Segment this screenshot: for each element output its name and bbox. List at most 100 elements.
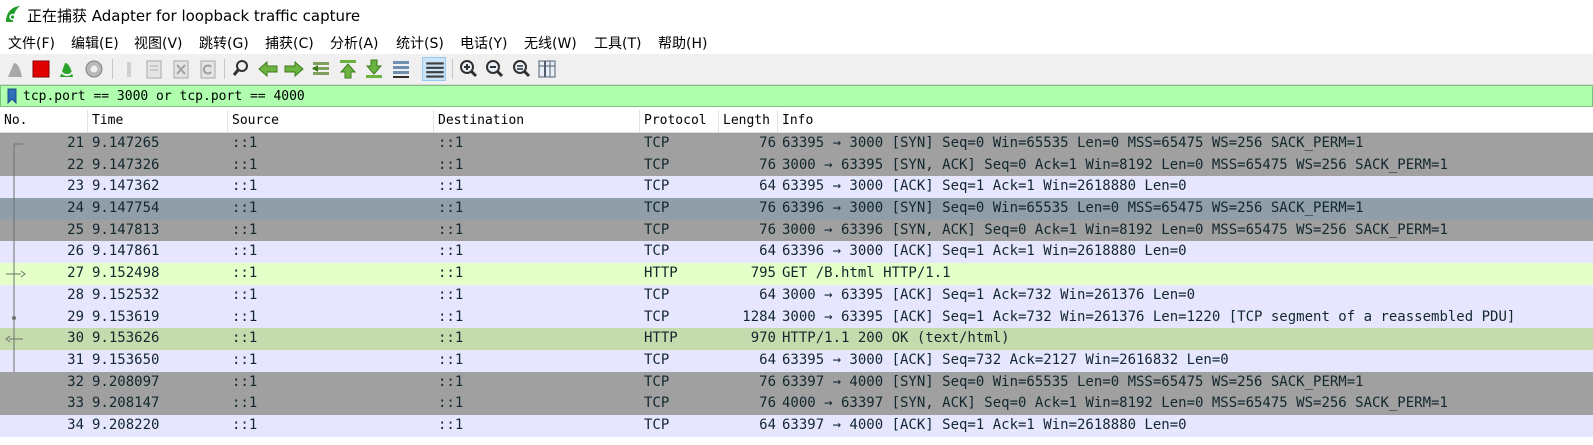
packet-row[interactable]: 28 9.152532::1::1 TCP 64 3000 → 63395 [ACK] …	[0, 284, 1593, 307]
display-filter-input[interactable]	[23, 87, 1583, 105]
capture-options-icon[interactable]	[82, 57, 106, 81]
shark-fin-start-icon[interactable]	[4, 57, 28, 81]
menu-telephony[interactable]: 电话(Y)	[460, 33, 507, 53]
first-packet-icon[interactable]	[336, 57, 360, 81]
go-back-icon[interactable]	[256, 57, 280, 81]
packet-row[interactable]: 30 9.153626::1::1 HTTP 970 HTTP/1.1 200 OK (…	[0, 328, 1593, 351]
packet-length: 64	[759, 351, 776, 368]
packet-row[interactable]: 24 9.147754::1::1 TCP 76 63396 → 3000 [SYN] …	[0, 198, 1593, 221]
packet-destination: ::1	[438, 351, 464, 368]
packet-time: 9.147754	[92, 200, 160, 217]
packet-row[interactable]: 22 9.147326::1::1 TCP 76 3000 → 63395 [SYN, …	[0, 154, 1593, 177]
packet-row[interactable]: 27 9.152498::1::1 HTTP 795 GET /B.html HTTP/…	[0, 263, 1593, 286]
packet-number: 28	[67, 286, 84, 303]
packet-time: 9.153619	[92, 308, 160, 325]
packet-row[interactable]: 23 9.147362::1::1 TCP 64 63395 → 3000 [ACK] …	[0, 176, 1593, 199]
packet-row[interactable]: 25 9.147813::1::1 TCP 76 3000 → 63396 [SYN, …	[0, 219, 1593, 242]
save-file-icon[interactable]	[142, 57, 166, 81]
packet-time: 9.147265	[92, 135, 160, 151]
packet-number: 27	[67, 265, 84, 282]
packet-source: ::1	[232, 373, 258, 390]
packet-row[interactable]: 29 9.153619::1::1 TCP 1284 3000 → 63395 [ACK…	[0, 306, 1593, 329]
menu-help[interactable]: 帮助(H)	[658, 33, 707, 53]
packet-row[interactable]: 32 9.208097::1::1 TCP 76 63397 → 4000 [SYN] …	[0, 371, 1593, 394]
find-packet-icon[interactable]	[229, 57, 253, 81]
close-file-icon[interactable]	[169, 57, 193, 81]
packet-destination: ::1	[438, 200, 464, 217]
packet-info: GET /B.html HTTP/1.1	[782, 265, 951, 282]
open-file-icon[interactable]	[118, 57, 142, 81]
packet-time: 9.152498	[92, 265, 160, 282]
toolbar-separator	[452, 59, 453, 79]
packet-destination: ::1	[438, 221, 464, 238]
normal-size-icon[interactable]	[509, 57, 533, 81]
column-header-destination[interactable]: Destination	[434, 110, 640, 132]
packet-number: 24	[67, 200, 84, 217]
zoom-in-icon[interactable]	[456, 57, 480, 81]
menu-file[interactable]: 文件(F)	[8, 33, 55, 53]
packet-list-header: No. Time Source Destination Protocol Len…	[0, 110, 1593, 133]
packet-row[interactable]: 33 9.208147::1::1 TCP 76 4000 → 63397 [SYN, …	[0, 393, 1593, 415]
colorize-icon[interactable]	[422, 57, 446, 81]
column-header-time[interactable]: Time	[88, 110, 228, 132]
packet-protocol: TCP	[644, 135, 670, 151]
title-bar: 正在捕获 Adapter for loopback traffic captur…	[0, 0, 1593, 30]
main-toolbar	[0, 54, 1593, 85]
packet-time: 9.147813	[92, 221, 160, 238]
resize-columns-icon[interactable]	[535, 57, 559, 81]
packet-info: 63397 → 4000 [SYN] Seq=0 Win=65535 Len=0…	[782, 373, 1364, 390]
autoscroll-icon[interactable]	[389, 57, 413, 81]
zoom-out-icon[interactable]	[482, 57, 506, 81]
column-header-length[interactable]: Length	[719, 110, 778, 132]
restart-capture-icon[interactable]	[55, 57, 79, 81]
packet-row[interactable]: 34 9.208220::1::1 TCP 64 63397 → 4000 [ACK] …	[0, 414, 1593, 437]
toolbar-separator	[224, 59, 225, 79]
packet-length: 76	[759, 221, 776, 238]
packet-protocol: TCP	[644, 200, 670, 217]
packet-source: ::1	[232, 243, 258, 260]
packet-source: ::1	[232, 286, 258, 303]
packet-row[interactable]: 26 9.147861::1::1 TCP 64 63396 → 3000 [ACK] …	[0, 241, 1593, 264]
go-to-packet-icon[interactable]	[309, 57, 333, 81]
packet-length: 1284	[742, 308, 776, 325]
packet-row[interactable]: 21 9.147265::1::1 TCP 76 63395 → 3000 [SYN] …	[0, 133, 1593, 155]
last-packet-icon[interactable]	[362, 57, 386, 81]
column-header-protocol[interactable]: Protocol	[640, 110, 719, 132]
column-header-info[interactable]: Info	[778, 110, 1593, 132]
packet-destination: ::1	[438, 330, 464, 347]
stop-capture-icon[interactable]	[29, 57, 53, 81]
packet-number: 33	[67, 395, 84, 412]
packet-protocol: TCP	[644, 156, 670, 173]
menu-edit[interactable]: 编辑(E)	[71, 33, 119, 53]
packet-source: ::1	[232, 308, 258, 325]
packet-number: 30	[67, 330, 84, 347]
packet-time: 9.152532	[92, 286, 160, 303]
packet-row[interactable]: 31 9.153650::1::1 TCP 64 63395 → 3000 [ACK] …	[0, 349, 1593, 372]
packet-list: 21 9.147265::1::1 TCP 76 63395 → 3000 [SYN] …	[0, 133, 1593, 437]
packet-source: ::1	[232, 200, 258, 217]
menu-analyze[interactable]: 分析(A)	[330, 33, 379, 53]
packet-protocol: TCP	[644, 373, 670, 390]
packet-number: 34	[67, 416, 84, 433]
wireshark-app-icon	[3, 4, 23, 24]
packet-protocol: HTTP	[644, 265, 678, 282]
packet-info: 3000 → 63396 [SYN, ACK] Seq=0 Ack=1 Win=…	[782, 221, 1448, 238]
packet-destination: ::1	[438, 373, 464, 390]
filter-bookmark-icon[interactable]	[4, 88, 20, 105]
menu-wireless[interactable]: 无线(W)	[524, 33, 577, 53]
go-forward-icon[interactable]	[282, 57, 306, 81]
packet-time: 9.147326	[92, 156, 160, 173]
menu-go[interactable]: 跳转(G)	[199, 33, 249, 53]
menu-statistics[interactable]: 统计(S)	[396, 33, 444, 53]
column-header-source[interactable]: Source	[228, 110, 434, 132]
reload-file-icon[interactable]	[196, 57, 220, 81]
packet-time: 9.208220	[92, 416, 160, 433]
packet-source: ::1	[232, 395, 258, 412]
column-header-no[interactable]: No.	[0, 110, 88, 132]
menu-tools[interactable]: 工具(T)	[594, 33, 641, 53]
packet-protocol: TCP	[644, 395, 670, 412]
menu-capture[interactable]: 捕获(C)	[265, 33, 314, 53]
packet-number: 29	[67, 308, 84, 325]
packet-length: 64	[759, 178, 776, 195]
menu-view[interactable]: 视图(V)	[134, 33, 183, 53]
